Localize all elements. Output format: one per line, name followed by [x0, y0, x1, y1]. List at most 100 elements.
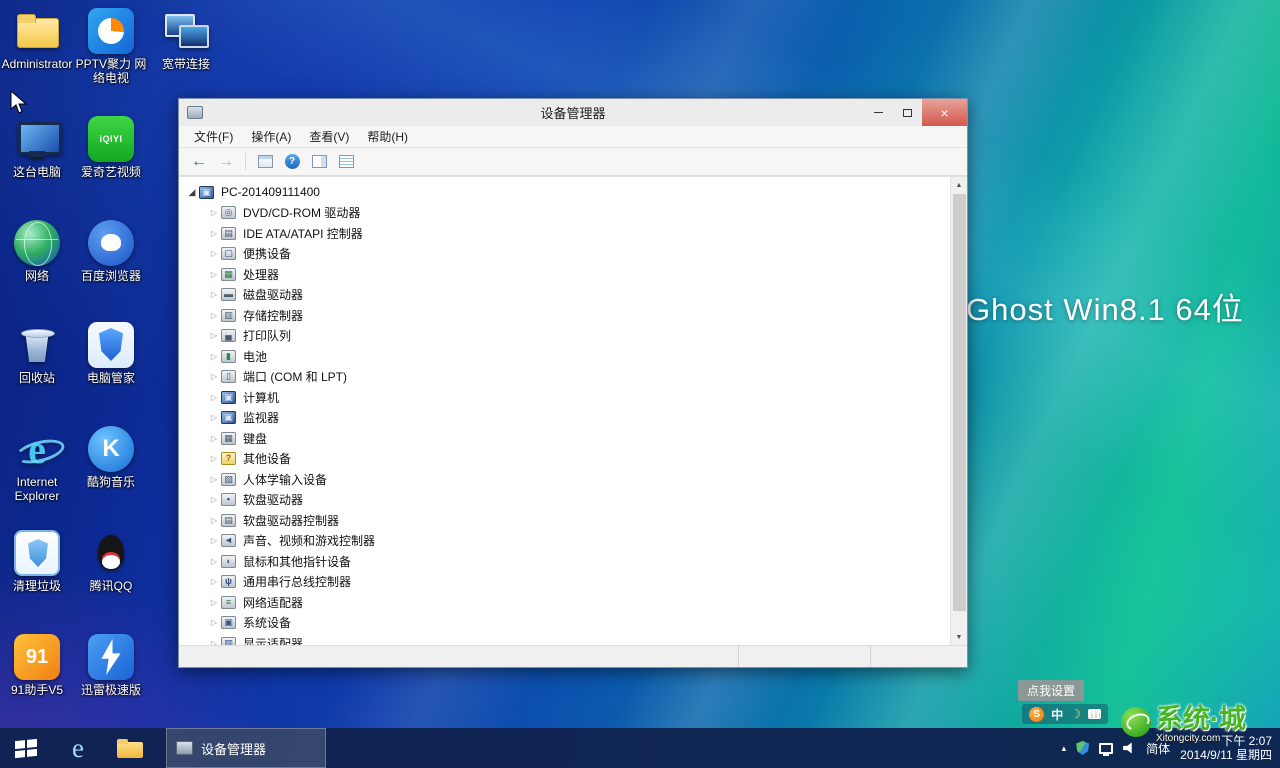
tree-item[interactable]: ▷◄声音、视频和游戏控制器	[185, 531, 950, 552]
expand-arrow-icon[interactable]: ▷	[207, 454, 221, 463]
show-console-tree-button[interactable]	[253, 151, 277, 173]
desktop-icon-network[interactable]: 网络	[1, 220, 73, 283]
status-segment	[179, 646, 738, 667]
network-status-icon[interactable]	[1099, 743, 1113, 754]
network-globe-icon	[14, 220, 60, 266]
tree-item[interactable]: ▷▣计算机	[185, 387, 950, 408]
tree-item[interactable]: ▷▄打印队列	[185, 326, 950, 347]
expand-arrow-icon[interactable]: ▷	[207, 618, 221, 627]
tree-item[interactable]: ▷▪软盘驱动器	[185, 490, 950, 511]
tree-item[interactable]: ▷▦处理器	[185, 264, 950, 285]
expand-arrow-icon[interactable]: ▷	[207, 270, 221, 279]
desktop-icon-ie[interactable]: eInternet Explorer	[1, 426, 73, 503]
tree-item[interactable]: ▷▤IDE ATA/ATAPI 控制器	[185, 223, 950, 244]
taskbar-explorer-button[interactable]	[104, 728, 156, 768]
expand-arrow-icon[interactable]: ▷	[207, 475, 221, 484]
moon-icon[interactable]: ☽	[1070, 707, 1081, 721]
tree-item[interactable]: ▷?其他设备	[185, 449, 950, 470]
tree-item[interactable]: ▷▧人体学输入设备	[185, 469, 950, 490]
expand-arrow-icon[interactable]: ▷	[207, 249, 221, 258]
ime-keyboard-icon[interactable]	[1088, 709, 1101, 719]
tray-date: 2014/9/11 星期四	[1180, 748, 1272, 762]
scrollbar-thumb[interactable]	[953, 194, 966, 611]
ime-status-bar[interactable]: S 中 ☽	[1022, 704, 1108, 724]
help-button[interactable]: ?	[280, 151, 304, 173]
expand-arrow-icon[interactable]: ▷	[207, 577, 221, 586]
back-button[interactable]: ←	[187, 151, 211, 173]
devices-list-button[interactable]	[334, 151, 358, 173]
expand-arrow-icon[interactable]: ▷	[207, 495, 221, 504]
menu-item[interactable]: 操作(A)	[242, 128, 300, 145]
expand-arrow-icon[interactable]: ▷	[207, 413, 221, 422]
desktop-icon-pc-manager[interactable]: 电脑管家	[75, 322, 147, 385]
desktop-icon-assistant91[interactable]: 9191助手V5	[1, 634, 73, 697]
expand-arrow-icon[interactable]: ▷	[207, 639, 221, 645]
scroll-down-icon[interactable]: ▼	[951, 629, 967, 645]
desktop-icon-recycle[interactable]: 回收站	[1, 322, 73, 385]
maximize-button[interactable]	[893, 99, 922, 126]
tree-item[interactable]: ▷▣监视器	[185, 408, 950, 429]
minimize-button[interactable]	[864, 99, 893, 126]
tree-item[interactable]: ▷▮电池	[185, 346, 950, 367]
taskbar-device-manager-button[interactable]: 设备管理器	[166, 728, 326, 768]
tree-item[interactable]: ▷▢便携设备	[185, 244, 950, 265]
tree-item[interactable]: ▷▥显示适配器	[185, 633, 950, 645]
tree-item[interactable]: ▷◎DVD/CD-ROM 驱动器	[185, 203, 950, 224]
ime-mode-indicator[interactable]: 中	[1051, 706, 1063, 723]
desktop-icon-iqiyi[interactable]: iQIYI爱奇艺视频	[75, 116, 147, 179]
desktop-icon-baidu[interactable]: 百度浏览器	[75, 220, 147, 283]
desktop-icon-clean[interactable]: 清理垃圾	[1, 530, 73, 593]
tree-item-label: 便携设备	[242, 245, 291, 262]
expand-arrow-icon[interactable]: ▷	[207, 311, 221, 320]
tray-expand-icon[interactable]: ▴	[1062, 743, 1067, 754]
collapse-arrow-icon[interactable]: ◢	[185, 187, 199, 198]
expand-arrow-icon[interactable]: ▷	[207, 434, 221, 443]
expand-arrow-icon[interactable]: ▷	[207, 598, 221, 607]
window-titlebar[interactable]: 设备管理器 ×	[179, 99, 967, 126]
expand-arrow-icon[interactable]: ▷	[207, 393, 221, 402]
desktop-icon-pptv[interactable]: PPTV聚力 网络电视	[75, 8, 147, 85]
settings-promo-button[interactable]: 点我设置	[1018, 680, 1084, 701]
tree-item[interactable]: ▷▬磁盘驱动器	[185, 285, 950, 306]
close-button[interactable]: ×	[922, 99, 967, 126]
menu-item[interactable]: 查看(V)	[300, 128, 358, 145]
expand-arrow-icon[interactable]: ▷	[207, 208, 221, 217]
desktop-icon-thunder[interactable]: 迅雷极速版	[75, 634, 147, 697]
scroll-up-icon[interactable]: ▲	[951, 177, 967, 193]
desktop-icon-kugou[interactable]: K酷狗音乐	[75, 426, 147, 489]
expand-arrow-icon[interactable]: ▷	[207, 557, 221, 566]
tree-item[interactable]: ▷ψ通用串行总线控制器	[185, 572, 950, 593]
expand-arrow-icon[interactable]: ▷	[207, 516, 221, 525]
tree-item[interactable]: ▷≡网络适配器	[185, 592, 950, 613]
tree-root-computer[interactable]: ◢▣PC-201409111400	[185, 182, 950, 203]
taskbar-ie-button[interactable]: e	[52, 728, 104, 768]
desktop-icon-qq[interactable]: 腾讯QQ	[75, 530, 147, 593]
desktop-icon-label: PPTV聚力 网络电视	[75, 57, 147, 85]
tree-item[interactable]: ▷▤软盘驱动器控制器	[185, 510, 950, 531]
expand-arrow-icon[interactable]: ▷	[207, 536, 221, 545]
expand-arrow-icon[interactable]: ▷	[207, 290, 221, 299]
start-button[interactable]	[0, 728, 52, 768]
assistant91-icon: 91	[14, 634, 60, 680]
action-pane-button[interactable]	[307, 151, 331, 173]
expand-arrow-icon[interactable]: ▷	[207, 352, 221, 361]
expand-arrow-icon[interactable]: ▷	[207, 229, 221, 238]
expand-arrow-icon[interactable]: ▷	[207, 331, 221, 340]
desktop-icon-this-pc[interactable]: 这台电脑	[1, 116, 73, 179]
forward-button[interactable]: →	[214, 151, 238, 173]
tree-item[interactable]: ▷▦键盘	[185, 428, 950, 449]
menu-item[interactable]: 帮助(H)	[358, 128, 417, 145]
menu-item[interactable]: 文件(F)	[185, 128, 242, 145]
desktop-icon-administrator[interactable]: Administrator	[1, 8, 73, 71]
maximize-icon	[903, 109, 912, 117]
security-shield-icon[interactable]	[1076, 741, 1089, 755]
tree-item[interactable]: ▷▯端口 (COM 和 LPT)	[185, 367, 950, 388]
vertical-scrollbar[interactable]: ▲ ▼	[950, 177, 967, 645]
scrollbar-track[interactable]	[951, 193, 967, 629]
tree-item[interactable]: ▷▥存储控制器	[185, 305, 950, 326]
expand-arrow-icon[interactable]: ▷	[207, 372, 221, 381]
desktop-icon-broadband[interactable]: 宽带连接	[150, 8, 222, 71]
tree-item[interactable]: ▷▣系统设备	[185, 613, 950, 634]
sogou-logo-icon[interactable]: S	[1029, 707, 1044, 722]
tree-item[interactable]: ▷◗鼠标和其他指针设备	[185, 551, 950, 572]
